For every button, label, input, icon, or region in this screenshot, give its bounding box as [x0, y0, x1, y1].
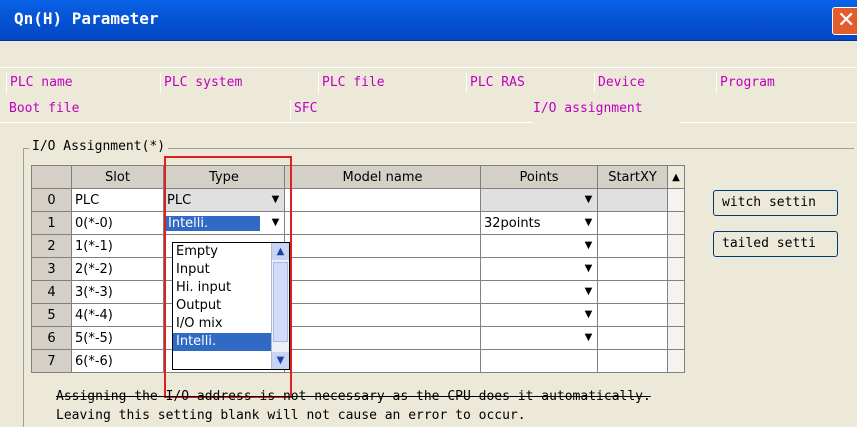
startxy-cell[interactable] [597, 303, 668, 327]
startxy-cell[interactable] [597, 188, 668, 212]
table-row: 0 PLC PLC ▼ ▼ [31, 188, 685, 212]
points-cell[interactable]: ▼ [480, 326, 598, 350]
group-label: I/O Assignment(*) [29, 139, 169, 154]
info-message-2: Leaving this setting blank will not caus… [56, 408, 526, 423]
points-cell[interactable]: 32points ▼ [480, 211, 598, 235]
scrollbar-track[interactable] [667, 280, 685, 304]
row-number: 4 [31, 280, 72, 304]
slot-cell: 5(*-5) [71, 326, 164, 350]
points-cell[interactable]: ▼ [480, 280, 598, 304]
scrollbar-track[interactable] [667, 211, 685, 235]
startxy-cell[interactable] [597, 234, 668, 258]
detailed-setting-button[interactable]: tailed setti [713, 231, 838, 257]
points-cell[interactable]: ▼ [480, 303, 598, 327]
table-row: 1 0(*-0) Intelli. ▼ 32points ▼ [31, 211, 685, 235]
points-cell[interactable]: ▼ [480, 188, 598, 212]
slot-cell: 2(*-2) [71, 257, 164, 281]
slot-cell: PLC [71, 188, 164, 212]
io-assignment-table: Slot Type Model name Points StartXY ▲ 0 … [31, 165, 685, 373]
model-name-cell[interactable] [284, 211, 481, 235]
dropdown-arrow-icon[interactable]: ▼ [581, 329, 596, 346]
table-row: 3 2(*-2) ▼ [31, 257, 685, 281]
header-startxy: StartXY [597, 165, 668, 189]
row-number: 3 [31, 257, 72, 281]
slot-cell: 6(*-6) [71, 349, 164, 373]
model-name-cell[interactable] [284, 303, 481, 327]
startxy-cell[interactable] [597, 326, 668, 350]
tab-plc-file[interactable]: PLC file [318, 73, 463, 93]
dropdown-arrow-icon[interactable]: ▼ [581, 283, 596, 300]
table-row: 4 3(*-3) ▼ [31, 280, 685, 304]
tab-plc-ras[interactable]: PLC RAS [466, 73, 590, 93]
scrollbar-track[interactable] [667, 349, 685, 373]
startxy-cell[interactable] [597, 280, 668, 304]
title-bar[interactable]: Qn(H) Parameter ✕ [0, 0, 857, 41]
row-number: 1 [31, 211, 72, 235]
tab-device[interactable]: Device [594, 73, 714, 93]
tab-boot-file[interactable]: Boot file [6, 99, 286, 119]
tab-sfc[interactable]: SFC [290, 99, 530, 119]
header-points: Points [480, 165, 598, 189]
header-slot: Slot [71, 165, 164, 189]
row-number: 6 [31, 326, 72, 350]
slot-cell: 1(*-1) [71, 234, 164, 258]
model-name-cell[interactable] [284, 257, 481, 281]
scrollbar-track[interactable] [667, 257, 685, 281]
table-row: 2 1(*-1) ▼ [31, 234, 685, 258]
tab-program[interactable]: Program [716, 73, 846, 93]
table-row: 5 4(*-4) ▼ [31, 303, 685, 327]
scrollbar-track[interactable] [667, 303, 685, 327]
row-number: 5 [31, 303, 72, 327]
dropdown-arrow-icon[interactable]: ▼ [581, 260, 596, 277]
startxy-cell[interactable] [597, 349, 668, 373]
dropdown-arrow-icon[interactable]: ▼ [581, 306, 596, 323]
info-message-1: Assigning the I/O address is not necessa… [56, 389, 651, 404]
row-number: 7 [31, 349, 72, 373]
scrollbar-track[interactable] [667, 188, 685, 212]
scrollbar-track[interactable] [667, 234, 685, 258]
model-name-cell[interactable] [284, 188, 481, 212]
header-row: Slot Type Model name Points StartXY ▲ [31, 165, 685, 189]
row-number: 0 [31, 188, 72, 212]
header-model-name: Model name [284, 165, 481, 189]
window-title: Qn(H) Parameter [14, 9, 159, 28]
dropdown-arrow-icon[interactable]: ▼ [581, 191, 596, 208]
slot-cell: 3(*-3) [71, 280, 164, 304]
tab-plc-name[interactable]: PLC name [6, 73, 156, 93]
close-icon: ✕ [837, 8, 856, 33]
tab-plc-system[interactable]: PLC system [160, 73, 316, 93]
tab-io-assignment[interactable]: I/O assignment [533, 99, 673, 119]
table-row: 6 5(*-5) ▼ [31, 326, 685, 350]
points-cell[interactable] [480, 349, 598, 373]
table-row: 7 6(*-6) [31, 349, 685, 373]
scroll-up-button[interactable]: ▲ [667, 165, 685, 189]
dropdown-arrow-icon[interactable]: ▼ [581, 237, 596, 254]
slot-cell: 4(*-4) [71, 303, 164, 327]
highlight-box [164, 156, 292, 398]
close-button[interactable]: ✕ [832, 7, 857, 35]
startxy-cell[interactable] [597, 211, 668, 235]
startxy-cell[interactable] [597, 257, 668, 281]
switch-setting-button[interactable]: witch settin [713, 190, 838, 216]
parameter-window: Qn(H) Parameter ✕ PLC name PLC system PL… [0, 0, 857, 427]
model-name-cell[interactable] [284, 234, 481, 258]
model-name-cell[interactable] [284, 280, 481, 304]
scrollbar-track[interactable] [667, 326, 685, 350]
corner-cell [31, 165, 72, 189]
slot-cell: 0(*-0) [71, 211, 164, 235]
row-number: 2 [31, 234, 72, 258]
points-cell[interactable]: ▼ [480, 257, 598, 281]
model-name-cell[interactable] [284, 326, 481, 350]
model-name-cell[interactable] [284, 349, 481, 373]
points-cell[interactable]: ▼ [480, 234, 598, 258]
dropdown-arrow-icon[interactable]: ▼ [581, 214, 596, 231]
